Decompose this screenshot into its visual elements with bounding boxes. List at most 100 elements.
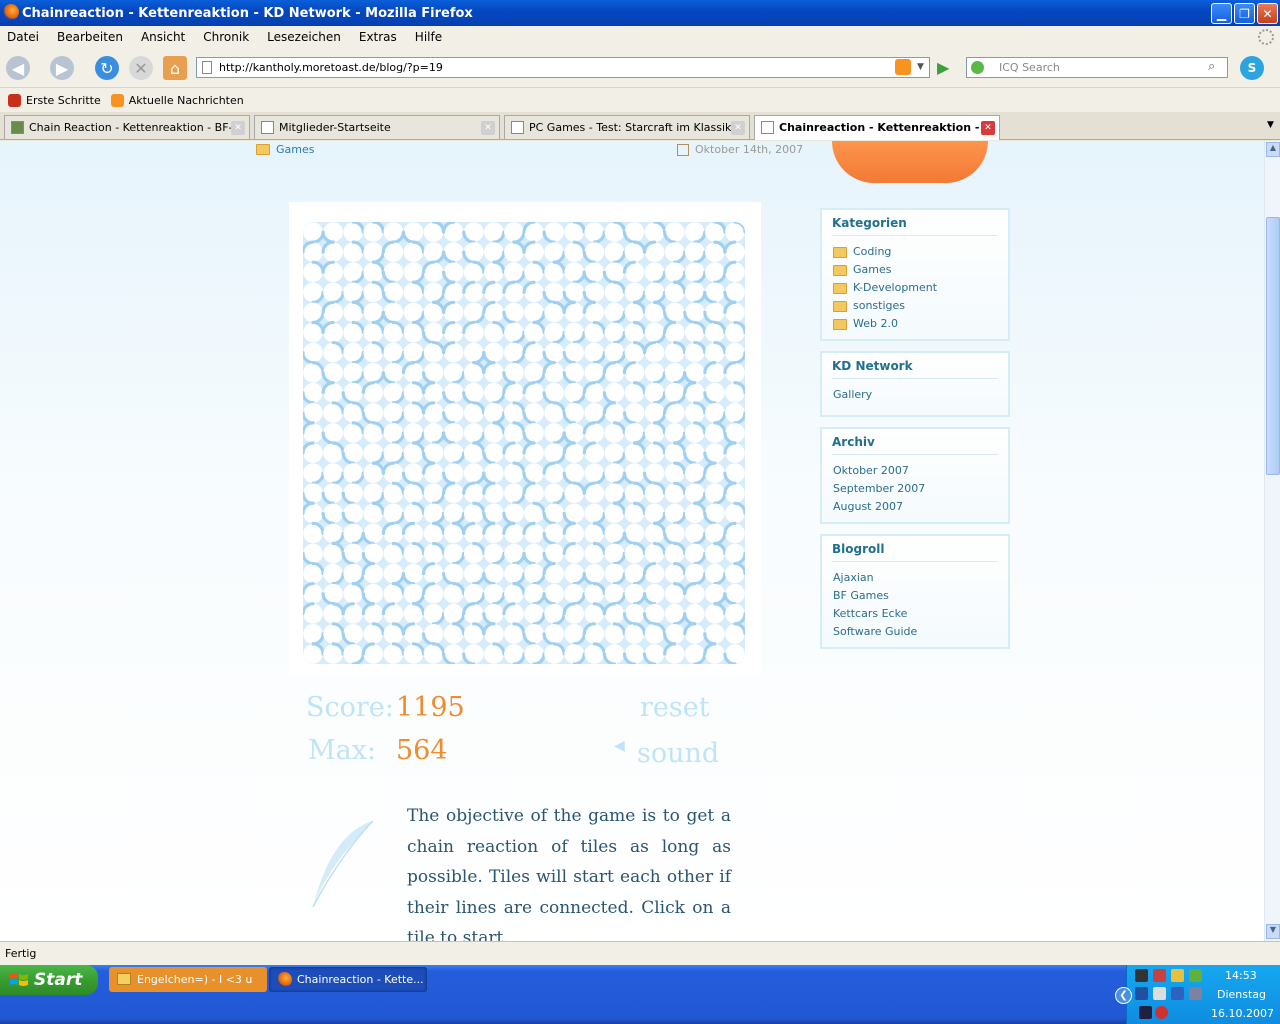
game-tile[interactable] — [663, 624, 685, 646]
game-tile[interactable] — [604, 543, 627, 566]
game-tile[interactable] — [582, 300, 605, 323]
game-tile[interactable] — [723, 240, 745, 262]
game-tile[interactable] — [383, 563, 406, 586]
game-tile[interactable] — [482, 342, 504, 365]
game-tile[interactable] — [604, 483, 627, 505]
game-tile[interactable] — [403, 501, 426, 524]
game-tile[interactable] — [443, 503, 466, 525]
game-tile[interactable] — [544, 443, 566, 465]
game-tile[interactable] — [463, 541, 486, 564]
game-tile[interactable] — [705, 602, 727, 624]
game-tile[interactable] — [463, 563, 486, 586]
game-tile[interactable] — [303, 501, 323, 524]
game-tile[interactable] — [381, 521, 404, 544]
game-tile[interactable] — [723, 583, 745, 606]
game-tile[interactable] — [383, 541, 406, 564]
game-tile[interactable] — [343, 342, 365, 365]
game-tile[interactable] — [642, 603, 665, 626]
maximize-button[interactable]: ❐ — [1234, 3, 1255, 24]
game-tile[interactable] — [361, 403, 384, 425]
game-tile[interactable] — [524, 362, 546, 385]
game-tile[interactable] — [542, 382, 564, 405]
game-tile[interactable] — [442, 463, 464, 485]
scroll-down-icon[interactable]: ▼ — [1266, 924, 1280, 939]
game-tile[interactable] — [343, 644, 365, 664]
game-tile[interactable] — [504, 483, 526, 505]
game-tile[interactable] — [725, 622, 745, 644]
game-tile[interactable] — [522, 543, 544, 566]
game-tile[interactable] — [564, 322, 586, 345]
game-tile[interactable] — [584, 342, 606, 365]
game-tile[interactable] — [381, 302, 404, 325]
game-tile[interactable] — [321, 583, 343, 606]
game-tile[interactable] — [343, 240, 365, 262]
game-tile[interactable] — [644, 421, 667, 443]
vertical-scrollbar[interactable]: ▲ ▼ — [1264, 141, 1280, 941]
game-tile[interactable] — [423, 521, 446, 544]
game-tile[interactable] — [423, 541, 446, 564]
game-tile[interactable] — [403, 280, 426, 303]
game-tile[interactable] — [303, 582, 323, 604]
game-tile[interactable] — [343, 421, 365, 443]
scroll-up-icon[interactable]: ▲ — [1266, 142, 1280, 157]
game-tile[interactable] — [462, 280, 484, 303]
game-tile[interactable] — [462, 644, 484, 664]
game-tile[interactable] — [303, 320, 325, 343]
game-tile[interactable] — [442, 423, 464, 445]
game-tile[interactable] — [341, 543, 364, 566]
game-tile[interactable] — [363, 461, 385, 483]
game-tile[interactable] — [684, 421, 707, 443]
game-tile[interactable] — [564, 262, 586, 284]
game-tile[interactable] — [683, 362, 705, 385]
game-tile[interactable] — [321, 222, 343, 244]
game-tile[interactable] — [602, 382, 625, 405]
game-tile[interactable] — [361, 543, 384, 566]
scrollbar-thumb[interactable] — [1266, 217, 1280, 475]
game-tile[interactable] — [421, 381, 444, 403]
game-tile[interactable] — [642, 463, 665, 485]
game-tile[interactable] — [482, 280, 504, 303]
game-tile[interactable] — [642, 240, 665, 262]
tray-app-icon[interactable] — [1171, 987, 1184, 1000]
tab-close-icon[interactable]: ✕ — [981, 121, 995, 135]
game-tile[interactable] — [703, 361, 725, 383]
game-tile[interactable] — [443, 603, 466, 626]
game-tile[interactable] — [363, 302, 385, 325]
game-tile[interactable] — [484, 382, 506, 405]
game-tile[interactable] — [564, 240, 586, 262]
game-tile[interactable] — [383, 443, 406, 465]
game-tile[interactable] — [303, 342, 323, 365]
game-tile[interactable] — [644, 541, 667, 564]
game-tile[interactable] — [604, 280, 627, 303]
game-tile[interactable] — [303, 260, 325, 283]
start-button[interactable]: Start — [0, 965, 98, 995]
game-tile[interactable] — [544, 401, 566, 423]
game-tile[interactable] — [703, 642, 725, 664]
game-tile[interactable] — [443, 582, 466, 604]
game-tile[interactable] — [423, 340, 446, 363]
game-tile[interactable] — [343, 563, 365, 586]
game-tile[interactable] — [423, 503, 446, 525]
game-tile[interactable] — [504, 401, 526, 423]
game-tile[interactable] — [423, 642, 446, 664]
task-firefox[interactable]: Chainreaction - Kette... — [269, 967, 427, 992]
game-tile[interactable] — [363, 320, 385, 343]
game-tile[interactable] — [542, 523, 564, 546]
game-tile[interactable] — [403, 240, 426, 262]
game-tile[interactable] — [504, 322, 526, 345]
game-tile[interactable] — [604, 421, 627, 443]
game-tile[interactable] — [361, 523, 384, 546]
game-tile[interactable] — [482, 521, 504, 544]
game-tile[interactable] — [683, 622, 705, 644]
game-tile[interactable] — [442, 222, 464, 242]
game-tile[interactable] — [323, 602, 345, 624]
game-tile[interactable] — [463, 302, 486, 325]
tab-mitglieder[interactable]: Mitglieder-Startseite ✕ — [254, 115, 500, 139]
game-tile[interactable] — [584, 541, 606, 564]
game-tile[interactable] — [323, 541, 345, 564]
game-tile[interactable] — [562, 503, 585, 525]
game-tile[interactable] — [321, 320, 343, 343]
game-tile[interactable] — [303, 382, 323, 405]
game-tile[interactable] — [484, 242, 506, 264]
game-tile[interactable] — [604, 583, 627, 606]
